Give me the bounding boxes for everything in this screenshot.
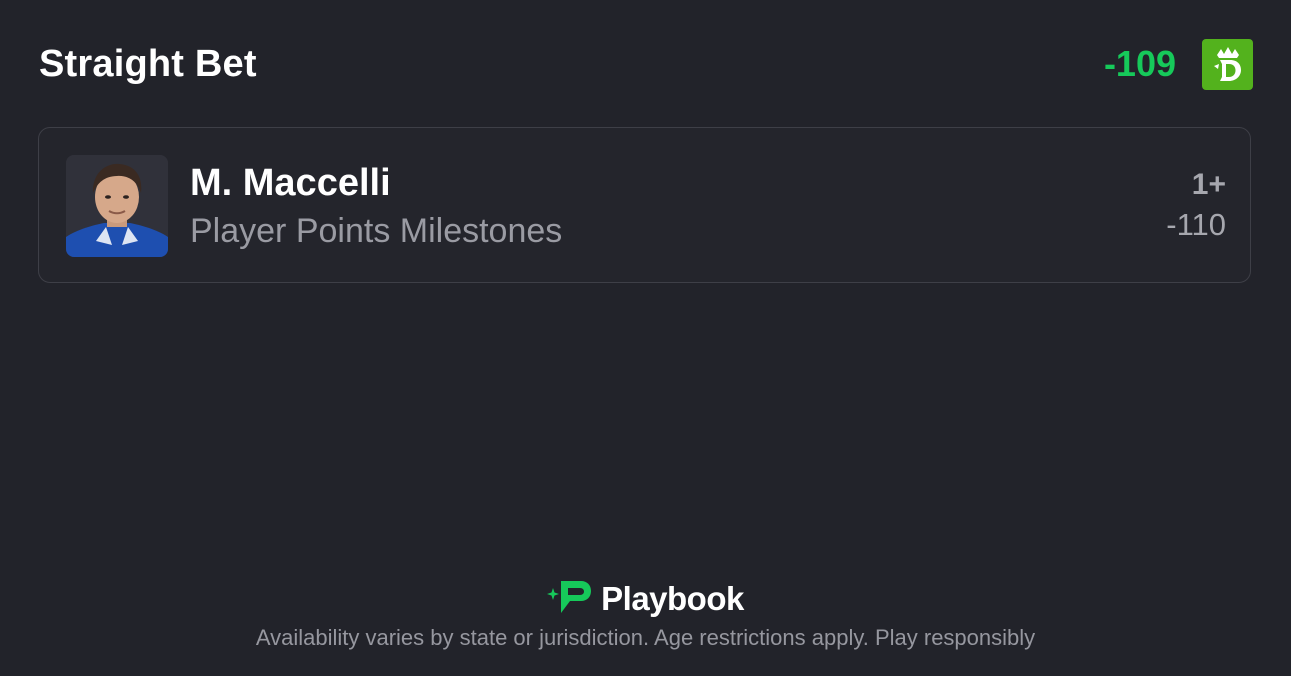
total-odds: -109 [1103,43,1176,84]
player-name: M. Maccelli [190,162,391,204]
bet-leg-card[interactable]: M. Maccelli Player Points Milestones 1+ … [38,127,1251,283]
leg-odds: -110 [1166,207,1226,242]
header-right-group: -109 [1103,38,1253,90]
player-avatar [66,155,168,257]
footer: Playbook Availability varies by state or… [0,580,1291,651]
playbook-brand-name: Playbook [601,580,744,617]
bet-line: 1+ [1191,168,1226,201]
market-name: Player Points Milestones [190,212,563,250]
disclaimer-text: Availability varies by state or jurisdic… [255,624,1036,650]
playbook-brand: Playbook [547,580,744,618]
bet-type-title: Straight Bet [39,42,257,85]
bet-header: Straight Bet -109 [39,38,1253,90]
draftkings-logo-icon[interactable] [1202,38,1253,90]
playbook-logo-icon [547,578,593,621]
